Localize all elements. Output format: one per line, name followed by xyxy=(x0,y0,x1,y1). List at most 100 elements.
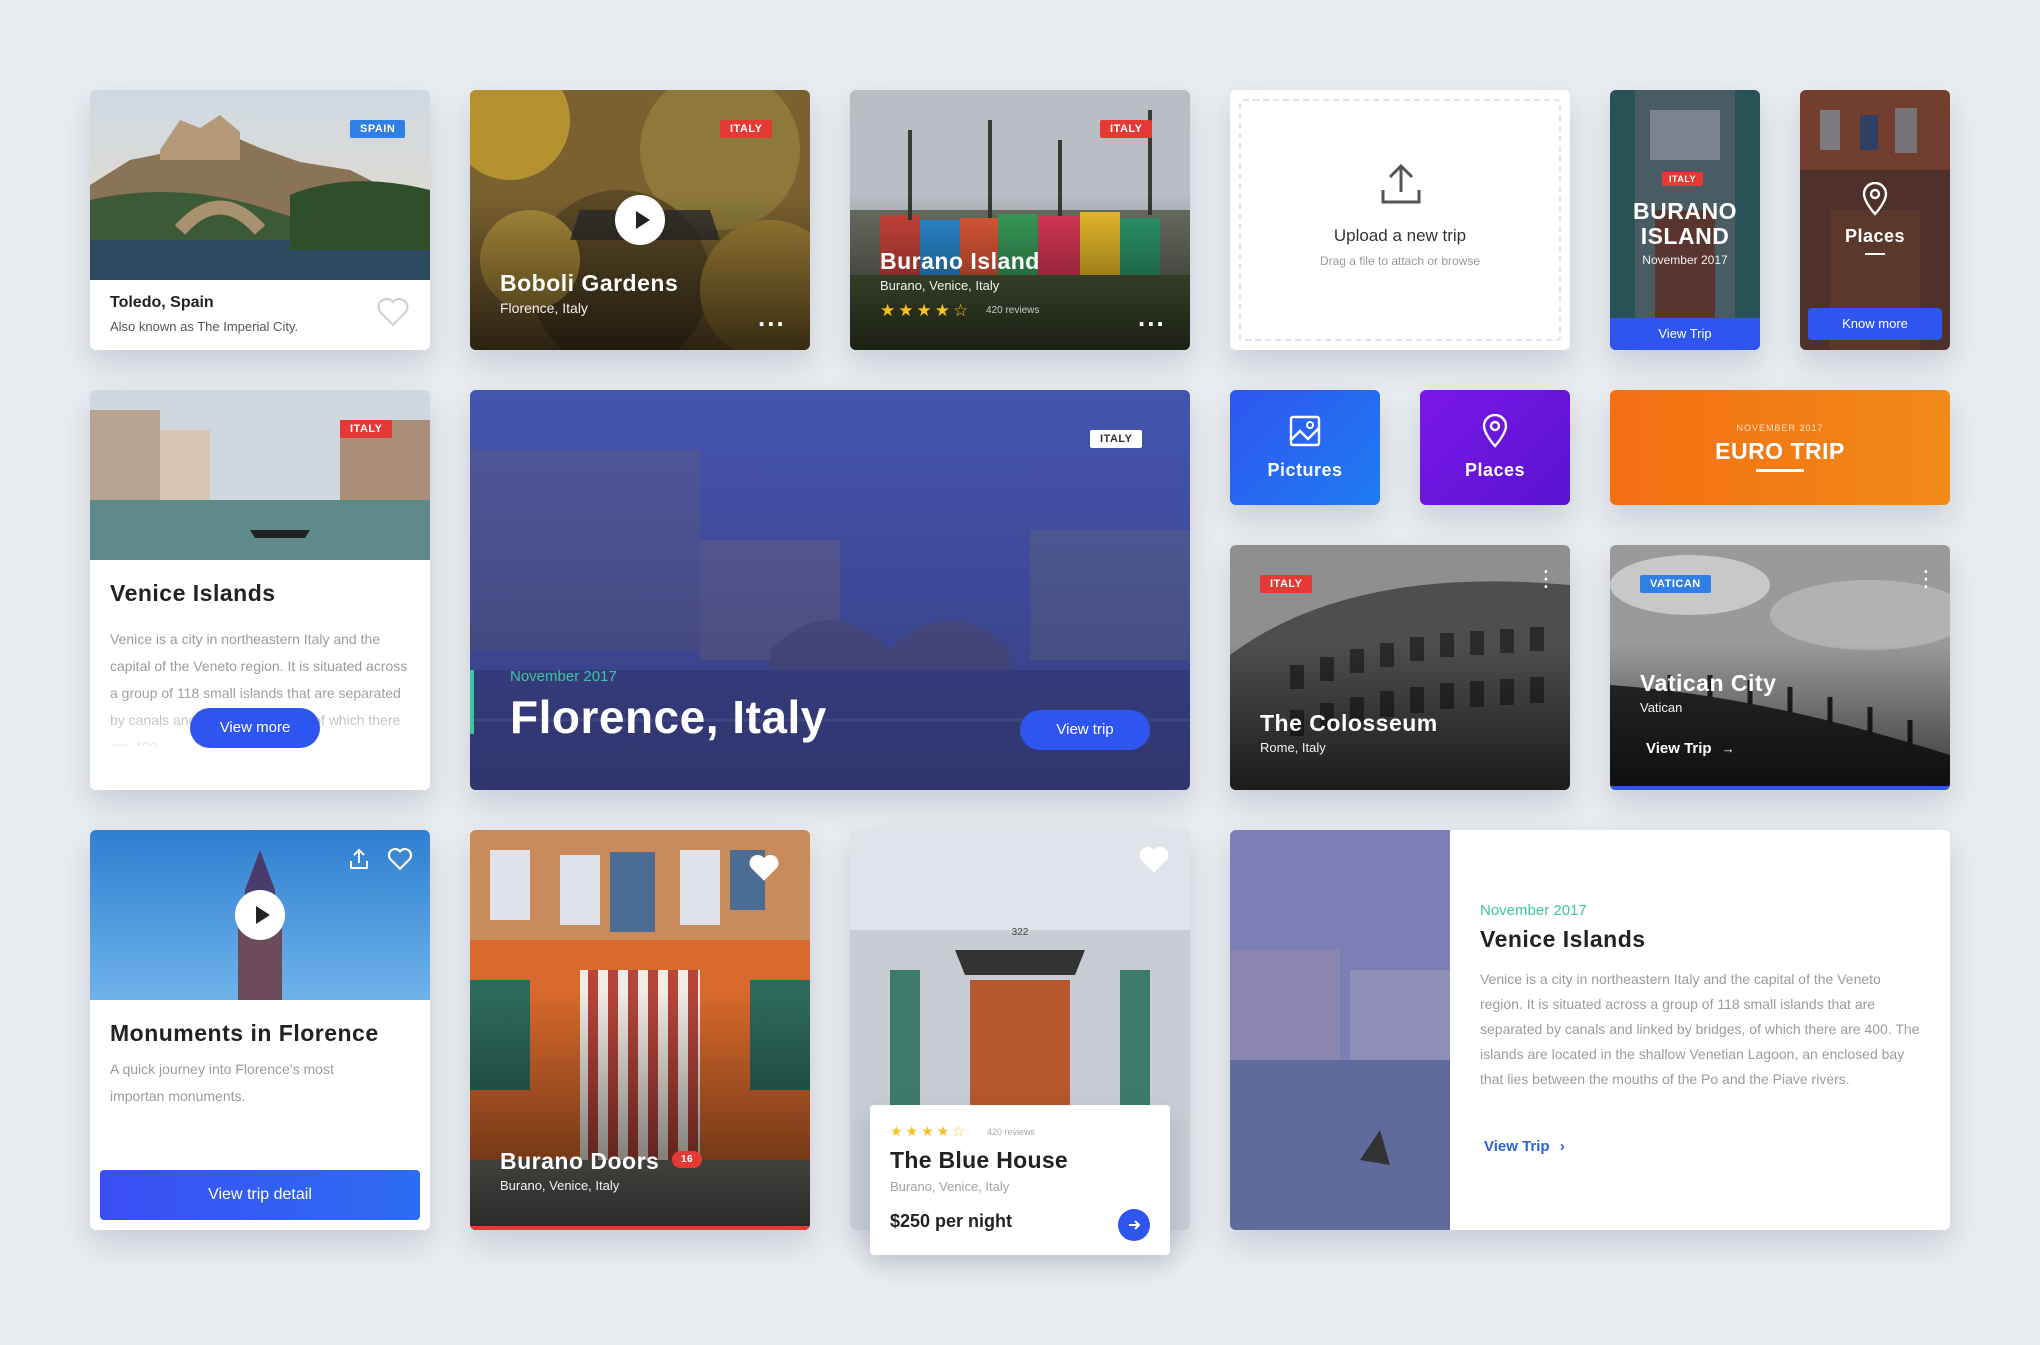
image-icon xyxy=(1288,414,1322,448)
colosseum-title: The Colosseum xyxy=(1260,710,1438,736)
vatican-title: Vatican City xyxy=(1640,670,1777,696)
doors-count-badge: 16 xyxy=(672,1151,703,1168)
vatican-card[interactable]: VATICAN ⋮ Vatican City Vatican View Trip… xyxy=(1610,545,1950,790)
play-button-icon[interactable] xyxy=(615,195,665,245)
heart-icon[interactable] xyxy=(387,847,413,871)
toledo-country-badge: SPAIN xyxy=(350,120,406,138)
upload-title: Upload a new trip xyxy=(1333,226,1467,245)
more-options-icon[interactable]: ⋮ xyxy=(1915,568,1937,590)
colosseum-country-badge: ITALY xyxy=(1260,575,1313,593)
heart-icon[interactable] xyxy=(376,296,410,328)
location-pin-icon xyxy=(1861,182,1889,216)
title-underline xyxy=(1756,469,1804,472)
view-trip-label: View Trip xyxy=(1646,740,1712,757)
boboli-title: Boboli Gardens xyxy=(500,270,679,296)
burano-country-badge: ITALY xyxy=(1100,120,1153,138)
play-button-icon[interactable] xyxy=(235,890,285,940)
bluehouse-reviews: 420 reviews xyxy=(987,1127,1036,1137)
chevron-right-icon: › xyxy=(1559,1138,1565,1155)
burano-tall-title-line1: BURANO xyxy=(1633,198,1737,224)
pictures-label: Pictures xyxy=(1267,460,1343,480)
monuments-description: A quick journey into Florence’s most imp… xyxy=(110,1061,334,1104)
card-gallery: SPAIN Toledo, Spain Also known as The Im… xyxy=(0,0,2040,1345)
burano-tall-date: November 2017 xyxy=(1642,253,1728,267)
venice-gondola-image xyxy=(1230,830,1450,1230)
venice-canal-image xyxy=(90,390,430,560)
toledo-landscape-image xyxy=(90,90,430,280)
burano-tall-card[interactable]: ITALY BURANO ISLAND November 2017 View T… xyxy=(1610,90,1760,350)
toledo-card[interactable]: SPAIN Toledo, Spain Also known as The Im… xyxy=(90,90,430,350)
view-trip-detail-button[interactable]: View trip detail xyxy=(100,1170,420,1220)
toledo-title: Toledo, Spain xyxy=(110,294,214,311)
arrow-right-icon[interactable] xyxy=(1118,1209,1150,1241)
doors-overlay xyxy=(470,990,810,1230)
venice-card[interactable]: ITALY Venice Islands Venice is a city in… xyxy=(90,390,430,790)
boboli-country-badge: ITALY xyxy=(720,120,773,138)
monuments-title: Monuments in Florence xyxy=(110,1020,379,1046)
venice-wide-date: November 2017 xyxy=(1480,902,1587,919)
location-pin-icon xyxy=(1481,414,1509,448)
florence-date: November 2017 xyxy=(510,668,617,685)
venice-wide-title: Venice Islands xyxy=(1480,926,1646,952)
view-trip-label: View Trip xyxy=(1484,1138,1550,1155)
arrow-right-icon: → xyxy=(1721,741,1735,756)
upload-card[interactable]: Upload a new trip Drag a file to attach … xyxy=(1230,90,1570,350)
euro-trip-banner[interactable]: NOVEMBER 2017 EURO TRIP xyxy=(1610,390,1950,505)
rating-stars: ★★★★☆ xyxy=(890,1123,968,1139)
colosseum-subtitle: Rome, Italy xyxy=(1260,740,1326,755)
view-trip-button[interactable]: View trip xyxy=(1020,710,1150,750)
doors-subtitle: Burano, Venice, Italy xyxy=(500,1178,620,1193)
florence-title: Florence, Italy xyxy=(510,691,827,743)
euro-date: NOVEMBER 2017 xyxy=(1736,423,1824,433)
view-more-button[interactable]: View more xyxy=(190,708,320,748)
title-underline xyxy=(1865,253,1885,255)
pictures-tile[interactable]: Pictures xyxy=(1230,390,1380,505)
view-trip-link[interactable]: View Trip › xyxy=(1484,1138,1565,1155)
progress-bar xyxy=(470,1226,810,1230)
vatican-country-badge: VATICAN xyxy=(1640,575,1711,593)
places-tall-title: Places xyxy=(1844,226,1906,246)
bluehouse-price: $250 per night xyxy=(890,1211,1013,1231)
share-icon[interactable] xyxy=(347,847,371,871)
heart-filled-icon[interactable] xyxy=(1137,844,1171,876)
burano-tall-title-line2: ISLAND xyxy=(1640,223,1730,249)
vatican-subtitle: Vatican xyxy=(1640,700,1683,715)
rating-stars: ★★★★☆ xyxy=(880,301,972,320)
burano-title: Burano Island xyxy=(880,248,1040,274)
colosseum-card[interactable]: ITALY ⋮ The Colosseum Rome, Italy xyxy=(1230,545,1570,790)
drop-zone[interactable] xyxy=(1239,99,1561,341)
heart-filled-icon[interactable] xyxy=(747,852,781,884)
know-more-button[interactable]: Know more xyxy=(1808,308,1942,340)
house-number: 322 xyxy=(1012,927,1029,938)
venice-country-badge: ITALY xyxy=(340,420,393,438)
burano-doors-card[interactable]: Burano Doors 16 Burano, Venice, Italy xyxy=(470,830,810,1230)
florence-hero-card[interactable]: ITALY November 2017 Florence, Italy View… xyxy=(470,390,1190,790)
blue-house-info-panel[interactable]: ★★★★☆ 420 reviews The Blue House Burano,… xyxy=(870,1105,1170,1255)
venice-wide-card[interactable]: November 2017 Venice Islands Venice is a… xyxy=(1230,830,1950,1230)
teal-accent-bar xyxy=(470,670,474,734)
monuments-card[interactable]: Monuments in Florence A quick journey in… xyxy=(90,830,430,1230)
bluehouse-subtitle: Burano, Venice, Italy xyxy=(890,1179,1010,1194)
toledo-photo xyxy=(90,90,430,280)
places-tall-card[interactable]: Places Know more xyxy=(1800,90,1950,350)
more-options-icon[interactable]: ⋮ xyxy=(1535,568,1557,590)
view-trip-link[interactable]: View Trip → xyxy=(1646,740,1735,757)
more-options-icon[interactable]: ... xyxy=(1138,304,1166,330)
burano-reviews: 420 reviews xyxy=(986,305,1040,316)
toledo-subtitle: Also known as The Imperial City. xyxy=(110,319,299,334)
progress-bar xyxy=(1610,786,1950,790)
view-trip-button[interactable]: View Trip xyxy=(1610,318,1760,350)
more-options-icon[interactable]: ... xyxy=(758,304,786,330)
places-tile[interactable]: Places xyxy=(1420,390,1570,505)
vatican-overlay xyxy=(1610,643,1950,790)
florence-country-badge: ITALY xyxy=(1090,430,1143,448)
burano-subtitle: Burano, Venice, Italy xyxy=(880,278,1000,293)
doors-title: Burano Doors xyxy=(500,1148,660,1174)
venice-wide-description: Venice is a city in northeastern Italy a… xyxy=(1480,971,1920,1087)
burano-tall-badge: ITALY xyxy=(1662,172,1704,186)
boboli-subtitle: Florence, Italy xyxy=(500,300,588,316)
places-label: Places xyxy=(1464,460,1526,480)
burano-card[interactable]: ITALY Burano Island Burano, Venice, Ital… xyxy=(850,90,1190,350)
bluehouse-title: The Blue House xyxy=(890,1147,1069,1173)
boboli-card[interactable]: ITALY Boboli Gardens Florence, Italy ... xyxy=(470,90,810,350)
